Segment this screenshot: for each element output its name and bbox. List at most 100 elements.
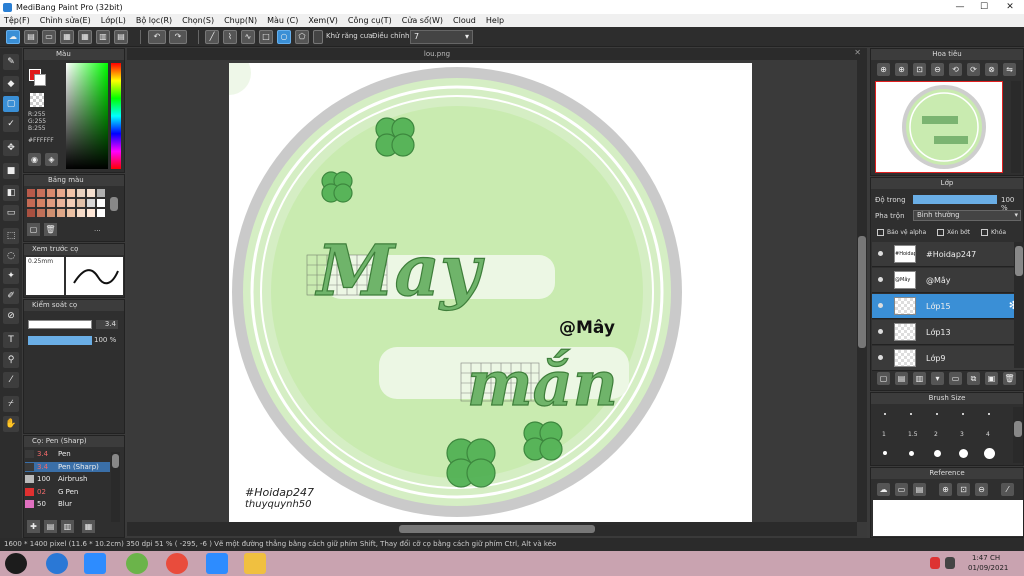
close-button[interactable]: ✕ <box>998 0 1022 14</box>
brush-list-item[interactable]: 02 G Pen <box>25 487 110 497</box>
fit-icon[interactable]: ⊡ <box>913 63 926 76</box>
layer-visibility-icon[interactable] <box>878 355 883 360</box>
brush-size-dot[interactable] <box>884 413 886 415</box>
select-pen-tool-icon[interactable]: ✐ <box>3 288 19 304</box>
tab-close-icon[interactable]: ✕ <box>854 48 861 57</box>
zoom-icon[interactable] <box>206 553 228 574</box>
menu-window[interactable]: Cửa sổ(W) <box>402 16 443 25</box>
rotate-left-icon[interactable]: ⟲ <box>949 63 962 76</box>
palette-swatch[interactable] <box>47 189 55 197</box>
palette-swatch[interactable] <box>57 199 65 207</box>
delete-layer-icon[interactable]: 🗑 <box>1003 372 1016 385</box>
maximize-button[interactable]: ☐ <box>972 0 996 14</box>
menu-view[interactable]: Xem(V) <box>308 16 338 25</box>
palette-swatch[interactable] <box>87 189 95 197</box>
palette-swatch[interactable] <box>77 199 85 207</box>
palette-swatch[interactable] <box>77 209 85 217</box>
layer-list-scrollbar[interactable] <box>1014 242 1024 368</box>
palette-swatch[interactable] <box>67 189 75 197</box>
comment-icon[interactable]: ▭ <box>42 30 56 44</box>
menu-help[interactable]: Help <box>486 16 504 25</box>
palette-swatch[interactable] <box>57 209 65 217</box>
new-layer-icon[interactable]: ▢ <box>877 372 890 385</box>
layout-icon[interactable]: ▥ <box>96 30 110 44</box>
brush-size-scrollbar[interactable] <box>1013 407 1023 463</box>
rotate-right-icon[interactable]: ⟳ <box>967 63 980 76</box>
delete-palette-icon[interactable]: 🗑 <box>44 223 57 236</box>
brush-size-dot[interactable] <box>883 451 887 455</box>
polyline-icon[interactable]: ⌇ <box>223 30 237 44</box>
minimize-button[interactable]: — <box>948 0 972 14</box>
text-tool-icon[interactable]: T <box>3 332 19 348</box>
palette-scrollbar[interactable] <box>110 197 118 211</box>
palette-swatch[interactable] <box>37 209 45 217</box>
reference-folder-icon[interactable]: ▭ <box>895 483 908 496</box>
eraser-tool-icon[interactable]: ◆ <box>3 76 19 92</box>
reference-canvas[interactable] <box>873 500 1023 536</box>
brush-size-dot[interactable] <box>962 413 964 415</box>
brush-add-icon[interactable]: ✚ <box>27 520 40 533</box>
protect-alpha-checkbox[interactable] <box>877 229 884 236</box>
layer-row[interactable]: Lớp9 <box>872 346 1024 371</box>
duplicate-layer-icon[interactable]: ⧉ <box>967 372 980 385</box>
shape-tool-icon[interactable]: ▢ <box>3 96 19 112</box>
panel-icon[interactable]: ▤ <box>114 30 128 44</box>
brush-size-dot[interactable] <box>988 413 990 415</box>
zalo-icon[interactable] <box>84 553 106 574</box>
rectangle-icon[interactable]: □ <box>259 30 273 44</box>
brush-list-item[interactable]: 100 Airbrush <box>25 474 110 484</box>
gradient-tool-icon[interactable]: ▭ <box>3 205 19 221</box>
layer-visibility-icon[interactable] <box>878 251 883 256</box>
navigator-scrollbar[interactable] <box>1011 81 1021 173</box>
clip-checkbox[interactable] <box>937 229 944 236</box>
menu-edit[interactable]: Chỉnh sửa(E) <box>40 16 91 25</box>
layer-row[interactable]: Lớp15✻ <box>872 294 1024 319</box>
network-icon[interactable] <box>945 557 955 569</box>
brush-tool-icon[interactable]: ✎ <box>3 54 19 70</box>
grid-icon[interactable]: ▦ <box>78 30 92 44</box>
palette-swatch[interactable] <box>67 209 75 217</box>
blend-mode-select[interactable]: Bình thường ▾ <box>913 210 1021 221</box>
palette-swatch[interactable] <box>27 189 35 197</box>
document-tab[interactable]: lou.png <box>382 49 492 60</box>
secondary-color-swatch[interactable] <box>34 74 46 86</box>
menu-cloud[interactable]: Cloud <box>453 16 476 25</box>
explorer-icon[interactable] <box>244 553 266 574</box>
palette-swatches[interactable] <box>27 189 109 219</box>
tray-icon[interactable] <box>930 557 940 569</box>
brush-size-dot[interactable] <box>908 450 914 456</box>
brush-opacity-slider[interactable] <box>28 336 92 345</box>
reset-rotation-icon[interactable]: ⊗ <box>985 63 998 76</box>
reference-upload-icon[interactable]: ☁ <box>877 483 890 496</box>
canvas-horizontal-scrollbar[interactable] <box>127 522 857 536</box>
palette-swatch[interactable] <box>27 209 35 217</box>
layer-row[interactable]: Lớp13 <box>872 320 1024 345</box>
select-tool-icon[interactable]: ⬚ <box>3 228 19 244</box>
layer-visibility-icon[interactable] <box>878 329 883 334</box>
brush-import-icon[interactable]: ▥ <box>61 520 74 533</box>
app-green-icon[interactable] <box>126 553 148 574</box>
canvas-vertical-scrollbar[interactable] <box>857 60 867 522</box>
new-8bit-layer-icon[interactable]: ▥ <box>913 372 926 385</box>
menu-color[interactable]: Màu (C) <box>267 16 298 25</box>
transparent-swatch[interactable] <box>30 93 44 107</box>
flip-icon[interactable]: ⇋ <box>1003 63 1016 76</box>
new-halftone-layer-icon[interactable]: ▤ <box>895 372 908 385</box>
layer-opacity-slider[interactable] <box>913 195 997 204</box>
color-wheel-icon[interactable]: ◉ <box>28 153 41 166</box>
artwork-canvas[interactable]: May mắn @Mây #Hoidap247 thuyquynh50 <box>229 63 752 522</box>
brush-size-slider[interactable] <box>28 320 92 329</box>
eyedropper-tool-icon[interactable]: ⁄ <box>3 372 19 388</box>
lasso-tool-icon[interactable]: ◌ <box>3 248 19 264</box>
chrome-icon[interactable] <box>166 553 188 574</box>
brush-size-dot[interactable] <box>910 413 912 415</box>
hand-tool-icon[interactable]: ✋ <box>3 416 19 432</box>
saturation-value-picker[interactable] <box>66 63 108 169</box>
menu-select[interactable]: Chọn(S) <box>182 16 214 25</box>
palette-swatch[interactable] <box>97 199 105 207</box>
reference-zoom-in-icon[interactable]: ⊕ <box>939 483 952 496</box>
select-eraser-tool-icon[interactable]: ⊘ <box>3 308 19 324</box>
zoom-in-icon[interactable]: ⊕ <box>877 63 890 76</box>
layer-row[interactable]: #Hoidap #Hoidap247 <box>872 242 1024 267</box>
brush-list-item[interactable]: 3.4 Pen (Sharp) <box>25 461 110 472</box>
